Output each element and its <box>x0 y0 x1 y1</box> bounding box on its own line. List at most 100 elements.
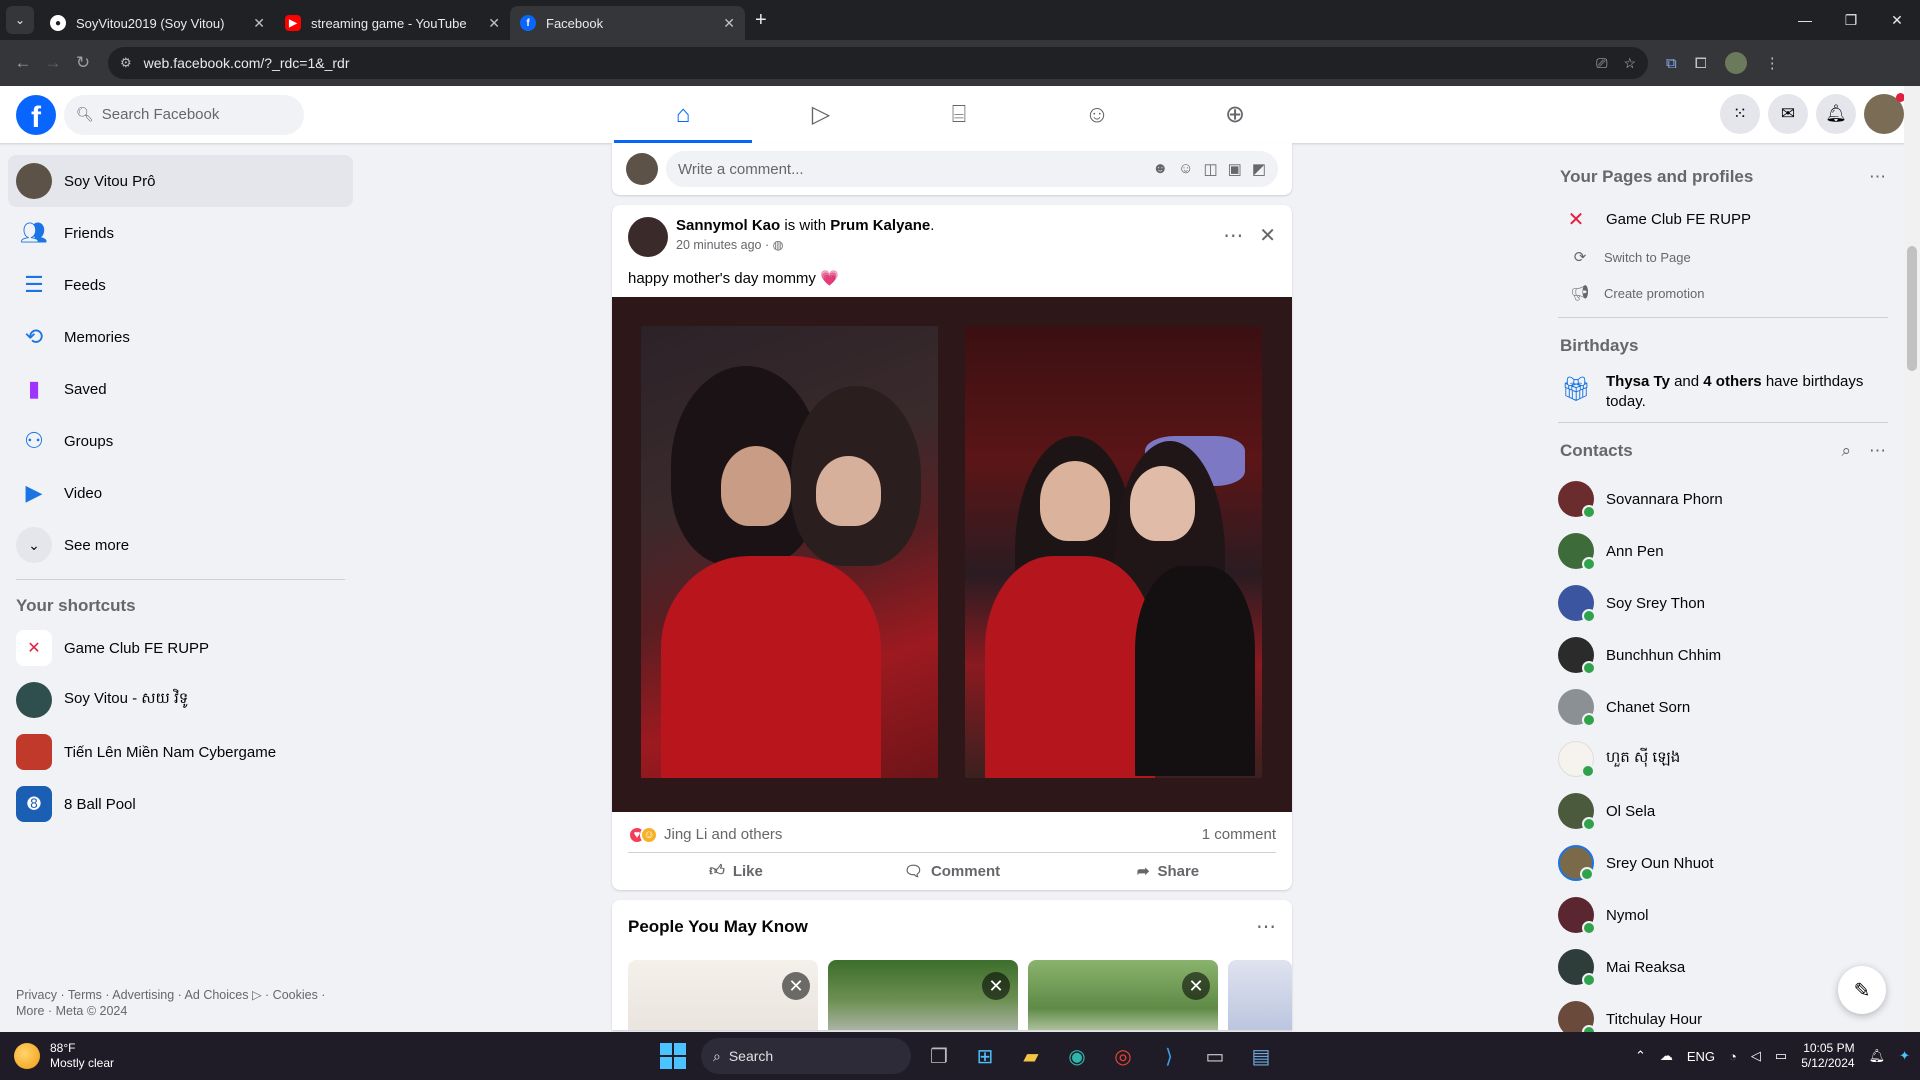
post-media[interactable] <box>612 297 1292 812</box>
minimize-icon[interactable]: — <box>1782 12 1828 28</box>
post-photo[interactable] <box>965 326 1262 778</box>
footer-line[interactable]: More · Meta © 2024 <box>16 1003 346 1019</box>
notifications-button[interactable]: 🔔︎ <box>1816 94 1856 134</box>
suggestion-card[interactable]: ✕ <box>1028 960 1218 1030</box>
contact-item[interactable]: Nymol <box>1558 889 1888 941</box>
site-info-icon[interactable]: ⚙ <box>120 55 132 71</box>
clock[interactable]: 10:05 PM 5/12/2024 <box>1801 1041 1854 1071</box>
dismiss-icon[interactable]: ✕ <box>782 972 810 1000</box>
suggestion-card[interactable]: ✕ <box>828 960 1018 1030</box>
sidebar-item-video[interactable]: ▶ Video <box>8 467 353 519</box>
emoji-icon[interactable]: ☺ <box>1178 160 1193 178</box>
tab-search-button[interactable]: ⌄ <box>6 6 34 34</box>
post-author[interactable]: Sannymol Kao <box>676 217 780 234</box>
volume-icon[interactable]: ◁ <box>1751 1048 1761 1064</box>
switch-to-page-button[interactable]: ⟳ Switch to Page <box>1558 239 1888 275</box>
shortcut-item[interactable]: Soy Vitou - សយ វិទូ <box>8 674 353 726</box>
battery-icon[interactable]: ▭ <box>1775 1048 1787 1064</box>
contact-item[interactable]: Sovannara Phorn <box>1558 473 1888 525</box>
reaction-icons[interactable]: ♥ ☺ <box>628 825 658 844</box>
messenger-button[interactable]: ✉ <box>1768 94 1808 134</box>
close-tab-icon[interactable]: ✕ <box>723 15 735 32</box>
browser-tab-github[interactable]: ● SoyVitou2019 (Soy Vitou) ✕ <box>40 6 275 40</box>
sidebar-item-saved[interactable]: ▮ Saved <box>8 363 353 415</box>
author-avatar[interactable] <box>628 217 668 257</box>
close-icon[interactable]: ✕ <box>1259 223 1276 248</box>
suggestion-card[interactable]: ✕ <box>628 960 818 1030</box>
back-icon[interactable]: ← <box>8 53 38 73</box>
sidebar-item-memories[interactable]: ⟲ Memories <box>8 311 353 363</box>
camera-icon[interactable]: ◫ <box>1203 160 1217 178</box>
create-promotion-button[interactable]: 📢︎ Create promotion <box>1558 275 1888 311</box>
browser-tab-facebook[interactable]: f Facebook ✕ <box>510 6 745 40</box>
sticker-icon[interactable]: ◩ <box>1252 160 1266 178</box>
more-options-icon[interactable]: ⋯ <box>1869 167 1886 187</box>
like-button[interactable]: 👍︎ Like <box>628 855 844 887</box>
restore-icon[interactable]: ❐ <box>1828 12 1874 29</box>
tab-video[interactable]: ▷ <box>752 86 890 143</box>
contact-item[interactable]: Bunchhun Chhim <box>1558 629 1888 681</box>
post-timestamp[interactable]: 20 minutes ago <box>676 238 761 252</box>
sidebar-item-groups[interactable]: ⚇ Groups <box>8 415 353 467</box>
tab-gaming[interactable]: ⊕ <box>1166 86 1304 143</box>
facebook-logo-icon[interactable]: f <box>16 94 56 135</box>
contact-item[interactable]: Ol Sela <box>1558 785 1888 837</box>
install-app-icon[interactable]: ⎚ <box>1596 55 1607 72</box>
gif-icon[interactable]: ▣ <box>1228 160 1242 178</box>
sidebar-item-feeds[interactable]: ☰ Feeds <box>8 259 353 311</box>
see-more-button[interactable]: ⌄ See more <box>8 519 353 571</box>
terminal-icon[interactable]: ▭ <box>1197 1038 1233 1074</box>
chrome-icon[interactable]: ◎ <box>1105 1038 1141 1074</box>
reload-icon[interactable]: ↻ <box>68 53 98 73</box>
chevron-up-icon[interactable]: ⌃ <box>1635 1048 1646 1064</box>
taskbar-search[interactable]: ⌕ Search <box>701 1038 911 1074</box>
more-options-icon[interactable]: ⋯ <box>1223 223 1243 248</box>
search-icon[interactable]: ⌕ <box>1841 441 1851 461</box>
share-button[interactable]: ➦ Share <box>1060 855 1276 887</box>
vscode-icon[interactable]: ⟩ <box>1151 1038 1187 1074</box>
close-window-icon[interactable]: ✕ <box>1874 12 1920 29</box>
comment-input[interactable]: Write a comment... ☻ ☺ ◫ ▣ ◩ <box>666 151 1278 187</box>
post-photo[interactable] <box>641 326 938 778</box>
reactions-text[interactable]: Jing Li and others <box>664 826 782 843</box>
more-options-icon[interactable]: ⋯ <box>1256 914 1276 939</box>
contact-item[interactable]: Ann Pen <box>1558 525 1888 577</box>
sidebar-item-friends[interactable]: 👥︎ Friends <box>8 207 353 259</box>
contact-item[interactable]: ហួត ស៊ី ឡេង <box>1558 733 1888 785</box>
language-indicator[interactable]: ENG <box>1687 1049 1715 1064</box>
notification-bell-icon[interactable]: 🔔︎ <box>1869 1048 1886 1064</box>
tab-marketplace[interactable]: ⌸ <box>890 86 1028 143</box>
forward-icon[interactable]: → <box>38 53 68 73</box>
app-icon[interactable]: ▤ <box>1243 1038 1279 1074</box>
close-tab-icon[interactable]: ✕ <box>488 15 500 32</box>
shortcut-item[interactable]: Tiến Lên Miền Nam Cybergame <box>8 726 353 778</box>
avatar-sticker-icon[interactable]: ☻ <box>1152 160 1168 178</box>
suggestion-card[interactable] <box>1228 960 1292 1030</box>
sidebar-item-profile[interactable]: Soy Vitou Prô <box>8 155 353 207</box>
dismiss-icon[interactable]: ✕ <box>982 972 1010 1000</box>
close-tab-icon[interactable]: ✕ <box>253 15 265 32</box>
more-options-icon[interactable]: ⋯ <box>1869 441 1886 461</box>
copilot-icon[interactable]: ✦ <box>1899 1048 1910 1064</box>
extensions-icon[interactable]: ⧠ <box>1695 55 1707 72</box>
account-avatar[interactable] <box>1864 93 1905 134</box>
comment-button[interactable]: 🗨︎ Comment <box>844 855 1060 887</box>
shortcut-item[interactable]: ✕ Game Club FE RUPP <box>8 622 353 674</box>
scrollbar-thumb[interactable] <box>1907 246 1917 371</box>
file-explorer-icon[interactable]: ▰ <box>1013 1038 1049 1074</box>
tagged-person[interactable]: Prum Kalyane <box>830 217 930 234</box>
footer-line[interactable]: Privacy · Terms · Advertising · Ad Choic… <box>16 987 346 1003</box>
task-view-icon[interactable]: ❐ <box>921 1038 957 1074</box>
browser-menu-icon[interactable]: ⋮ <box>1765 54 1780 72</box>
tab-groups[interactable]: ☺ <box>1028 86 1166 143</box>
wifi-icon[interactable]: ◔ <box>1729 1049 1737 1064</box>
contact-item[interactable]: Srey Oun Nhuot <box>1558 837 1888 889</box>
contact-item[interactable]: Soy Srey Thon <box>1558 577 1888 629</box>
windows-start-icon[interactable] <box>655 1038 691 1074</box>
menu-grid-button[interactable]: ⁙ <box>1720 94 1760 134</box>
dismiss-icon[interactable]: ✕ <box>1182 972 1210 1000</box>
browser-tab-youtube[interactable]: ▶ streaming game - YouTube ✕ <box>275 6 510 40</box>
bookmark-star-icon[interactable]: ☆ <box>1623 55 1636 72</box>
browser-profile-avatar[interactable] <box>1724 52 1747 74</box>
shortcut-item[interactable]: ➑ 8 Ball Pool <box>8 778 353 830</box>
